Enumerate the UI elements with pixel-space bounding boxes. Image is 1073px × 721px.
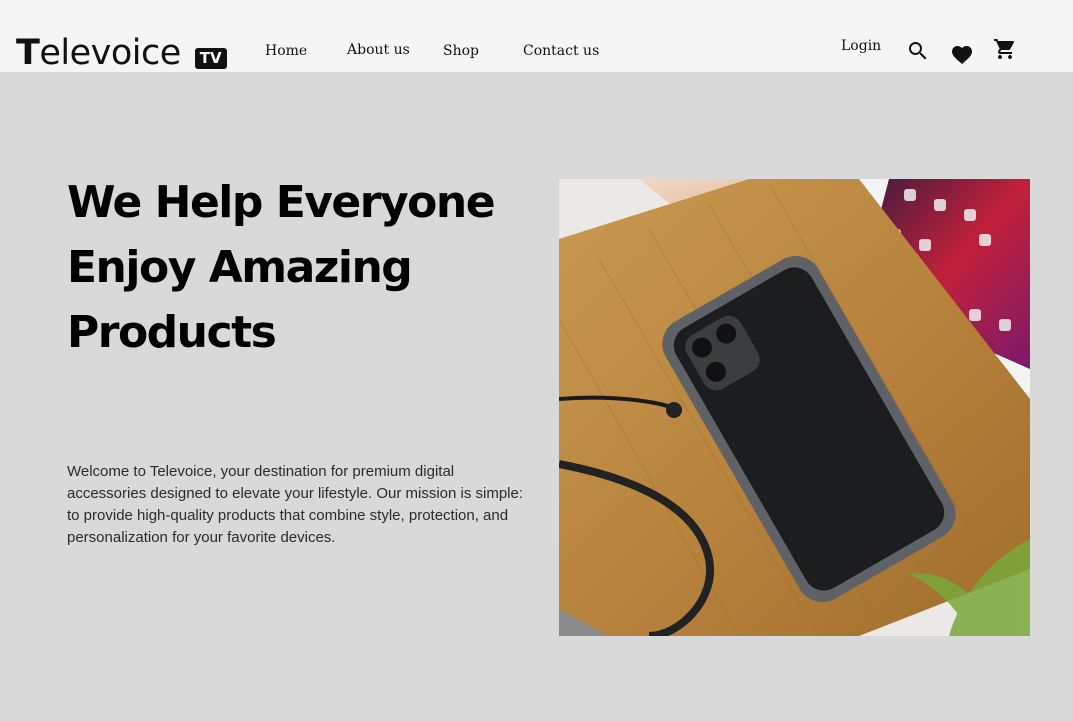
- nav-home[interactable]: Home: [265, 43, 307, 59]
- hero-product-image: [559, 179, 1030, 636]
- brand-initial: T: [16, 33, 40, 73]
- hero-intro-text: Welcome to Televoice, your destination f…: [67, 463, 524, 546]
- nav-about[interactable]: About us: [347, 42, 410, 58]
- search-icon[interactable]: [906, 39, 930, 63]
- top-navigation-bar: Televoice TV Home About us Shop Contact …: [0, 0, 1073, 72]
- hero-headline: We Help Everyone Enjoy Amazing Products: [67, 177, 496, 358]
- product-photo: [559, 179, 1030, 636]
- brand-name-rest: elevoice: [39, 33, 181, 73]
- nav-contact[interactable]: Contact us: [523, 43, 599, 59]
- heart-icon[interactable]: [950, 42, 974, 66]
- brand-badge: TV: [194, 48, 227, 69]
- brand-name: Televoice: [16, 36, 181, 71]
- nav-shop[interactable]: Shop: [443, 43, 479, 59]
- login-link[interactable]: Login: [841, 38, 881, 54]
- brand-logo[interactable]: Televoice TV: [16, 36, 227, 71]
- cart-icon[interactable]: [993, 37, 1017, 61]
